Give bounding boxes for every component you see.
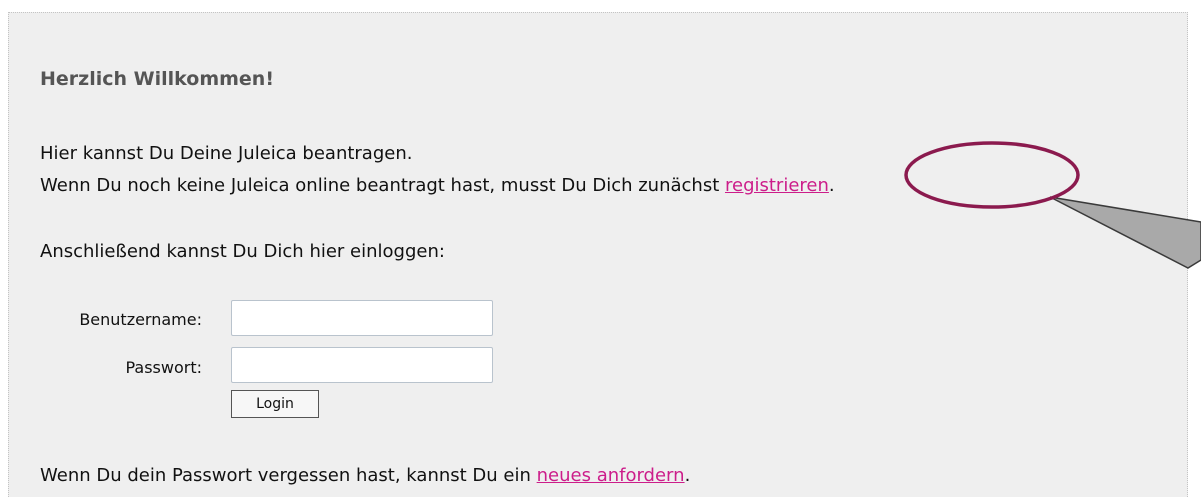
annotation-overlay <box>904 141 1201 269</box>
callout-pointer <box>1049 196 1201 269</box>
highlight-ellipse <box>904 141 1080 209</box>
